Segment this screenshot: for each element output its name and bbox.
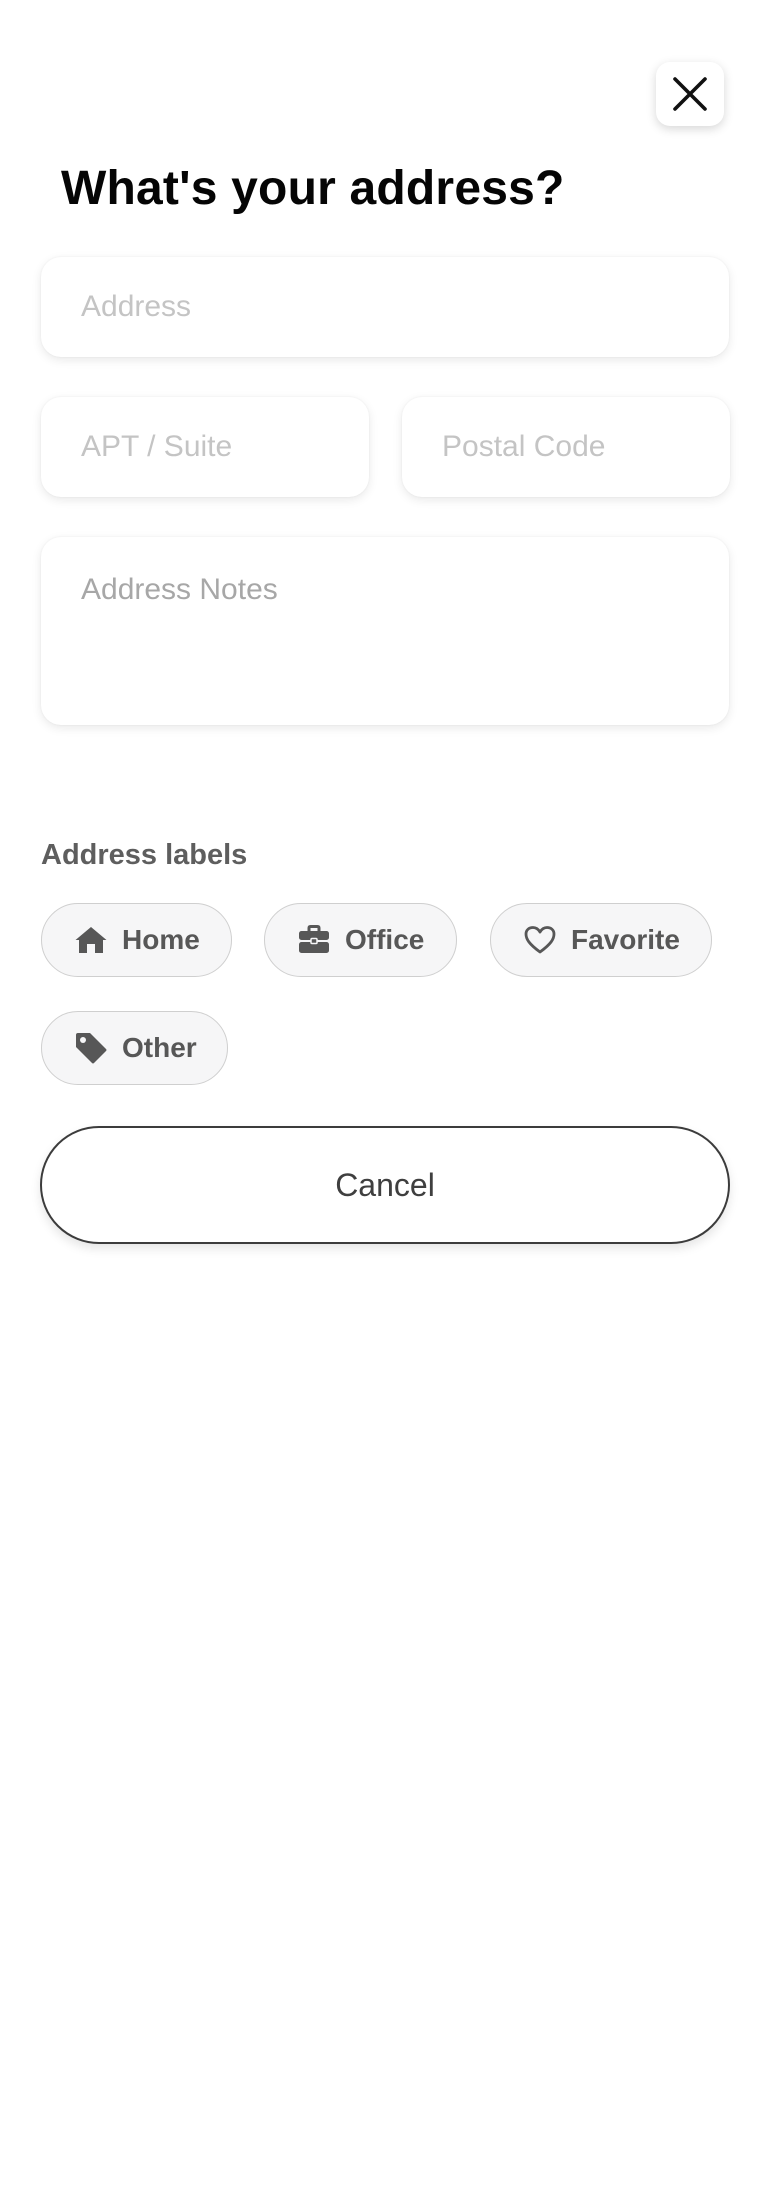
heart-icon [523,923,557,957]
label-chip-other[interactable]: Other [41,1011,228,1085]
label-chip-text: Other [122,1032,197,1063]
label-chip-text: Office [345,924,425,955]
label-chip-text: Home [122,924,200,955]
label-chip-favorite[interactable]: Favorite [490,903,712,977]
label-chip-office[interactable]: Office [264,903,457,977]
postal-field-container [402,397,730,497]
address-notes-textarea[interactable] [41,537,729,725]
address-labels-heading: Address labels [41,839,248,871]
home-icon [74,923,108,957]
address-field-container [41,257,729,357]
postal-code-input[interactable] [402,397,730,497]
notes-field-container [41,537,729,725]
tag-icon [74,1031,108,1065]
apt-suite-input[interactable] [41,397,369,497]
label-chip-home[interactable]: Home [41,903,232,977]
address-input[interactable] [41,257,729,357]
label-chip-text: Favorite [571,924,680,955]
close-icon [673,77,707,111]
briefcase-icon [297,923,331,957]
close-button[interactable] [656,62,724,126]
cancel-button[interactable]: Cancel [40,1126,730,1244]
apt-field-container [41,397,369,497]
page-title: What's your address? [61,162,565,215]
